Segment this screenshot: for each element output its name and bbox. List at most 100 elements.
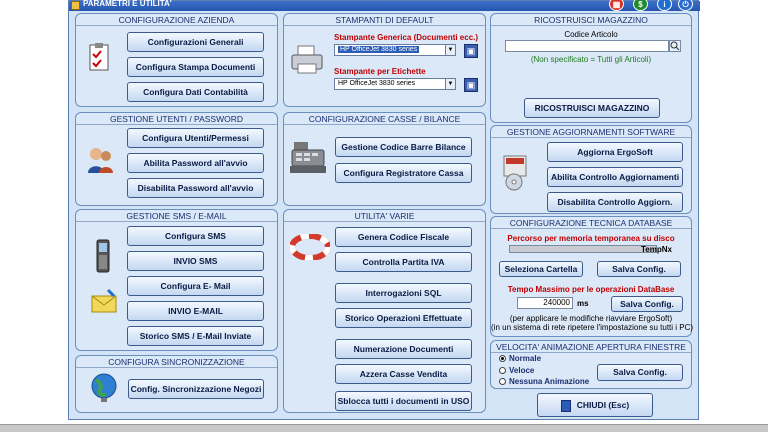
dollar-icon[interactable]: $: [633, 0, 648, 11]
note-riavvio: (per applicare le modifiche riavviare Er…: [509, 314, 673, 323]
globe-icon: [88, 372, 120, 404]
note-rete: (in un sistema di rete ripetere l'impost…: [491, 323, 694, 332]
group-title: CONFIGURAZIONE AZIENDA: [76, 15, 277, 26]
genera-codice-fiscale-button[interactable]: Genera Codice Fiscale: [335, 227, 472, 247]
configura-stampa-documenti-button[interactable]: Configura Stampa Documenti: [127, 57, 264, 77]
ricostruisci-magazzino-button[interactable]: RICOSTRUISCI MAGAZZINO: [524, 98, 660, 118]
radio-veloce[interactable]: [499, 367, 506, 374]
chevron-down-icon[interactable]: ▼: [445, 79, 455, 89]
aggiorna-ergosoft-button[interactable]: Aggiorna ErgoSoft: [547, 142, 683, 162]
codice-articolo-input[interactable]: [505, 40, 669, 52]
group-title: UTILITA' VARIE: [284, 211, 485, 222]
taskbar: [0, 424, 768, 432]
seleziona-cartella-button[interactable]: Seleziona Cartella: [499, 261, 583, 277]
power-icon[interactable]: ⏻: [678, 0, 693, 11]
chiudi-label: CHIUDI (Esc): [576, 400, 630, 410]
group-stampanti: STAMPANTI DI DEFAULT Stampante Generica …: [283, 13, 486, 107]
tempnx-label: TempNx: [641, 245, 672, 254]
salva-config-tempo-button[interactable]: Salva Config.: [611, 296, 683, 312]
chiudi-button[interactable]: CHIUDI (Esc): [537, 393, 653, 417]
printer-icon: [290, 44, 324, 76]
invio-email-button[interactable]: INVIO E-MAIL: [127, 301, 264, 321]
stampante-generica-label: Stampante Generica (Documenti ecc.): [334, 33, 479, 42]
disabilita-controllo-aggiornamenti-button[interactable]: Disabilita Controllo Aggiorn.: [547, 192, 683, 212]
abilita-password-button[interactable]: Abilita Password all'avvio: [127, 153, 264, 173]
email-icon: [90, 288, 118, 316]
salva-config-velocita-button[interactable]: Salva Config.: [597, 364, 683, 381]
title-bar: PARAMETRI E UTILITA' ▦ $ i ⏻: [69, 0, 700, 11]
stampante-etichette-label: Stampante per Etichette: [334, 67, 426, 76]
close-door-icon: [560, 399, 571, 412]
stampante-generica-select[interactable]: HP OfficeJet 3830 series ▼: [334, 44, 456, 56]
configura-registratore-cassa-button[interactable]: Configura Registratore Cassa: [335, 163, 472, 183]
group-velocita: VELOCITA' ANIMAZIONE APERTURA FINESTRE N…: [490, 340, 692, 389]
group-title: CONFIGURA SINCRONIZZAZIONE: [76, 357, 277, 368]
group-utilita: UTILITA' VARIE Genera Codice Fiscale Con…: [283, 209, 486, 413]
group-casse: CONFIGURAZIONE CASSE / BILANCE Gestione …: [283, 112, 486, 206]
percorso-input[interactable]: [509, 245, 657, 253]
radio-nessuna-animazione-label: Nessuna Animazione: [509, 377, 590, 386]
controlla-partita-iva-button[interactable]: Controlla Partita IVA: [335, 252, 472, 272]
software-box-icon: [501, 152, 531, 192]
codice-articolo-hint: (Non specificato = Tutti gli Articoli): [530, 55, 652, 64]
group-sincro: CONFIGURA SINCRONIZZAZIONE Config. Sincr…: [75, 355, 278, 413]
azzera-casse-vendita-button[interactable]: Azzera Casse Vendita: [335, 364, 472, 384]
lifebuoy-icon: [289, 233, 331, 261]
group-magazzino: RICOSTRUISCI MAGAZZINO Codice Articolo (…: [490, 13, 692, 123]
gestione-codice-barre-button[interactable]: Gestione Codice Barre Bilance: [335, 137, 472, 157]
configura-dati-contabilita-button[interactable]: Configura Dati Contabilità: [127, 82, 264, 102]
stampante-generica-value: HP OfficeJet 3830 series: [338, 46, 420, 53]
invio-sms-button[interactable]: INVIO SMS: [127, 251, 264, 271]
cash-register-icon: [290, 140, 326, 174]
save-icon[interactable]: ▣: [464, 44, 478, 58]
mobile-phone-icon: [94, 238, 112, 274]
save-icon[interactable]: ▣: [464, 78, 478, 92]
window-title: PARAMETRI E UTILITA': [83, 0, 172, 8]
chevron-down-icon[interactable]: ▼: [445, 45, 455, 55]
tempo-massimo-input[interactable]: 240000: [517, 297, 573, 309]
group-title: GESTIONE SMS / E-MAIL: [76, 211, 277, 222]
group-title: GESTIONE UTENTI / PASSWORD: [76, 114, 277, 125]
group-sms: GESTIONE SMS / E-MAIL Configura SMS INVI…: [75, 209, 278, 351]
storico-operazioni-button[interactable]: Storico Operazioni Effettuate: [335, 308, 472, 328]
calendar-icon[interactable]: ▦: [609, 0, 624, 11]
radio-normale[interactable]: [499, 355, 506, 362]
storico-sms-email-button[interactable]: Storico SMS / E-Mail Inviate: [127, 326, 264, 346]
codice-articolo-label: Codice Articolo: [564, 30, 618, 39]
group-title: VELOCITA' ANIMAZIONE APERTURA FINESTRE: [491, 342, 691, 353]
search-icon[interactable]: [669, 40, 681, 52]
app-icon: [71, 1, 80, 10]
numerazione-documenti-button[interactable]: Numerazione Documenti: [335, 339, 472, 359]
radio-normale-label: Normale: [509, 354, 542, 363]
radio-nessuna-animazione[interactable]: [499, 378, 506, 385]
radio-veloce-label: Veloce: [509, 366, 535, 375]
configurazioni-generali-button[interactable]: Configurazioni Generali: [127, 32, 264, 52]
abilita-controllo-aggiornamenti-button[interactable]: Abilita Controllo Aggiornamenti: [547, 167, 683, 187]
users-icon: [86, 145, 116, 175]
tempo-massimo-label: Tempo Massimo per le operazioni DataBase: [507, 285, 675, 294]
group-title: CONFIGURAZIONE CASSE / BILANCE: [284, 114, 485, 125]
ms-unit-label: ms: [577, 299, 589, 308]
disabilita-password-button[interactable]: Disabilita Password all'avvio: [127, 178, 264, 198]
group-aggiornamenti: GESTIONE AGGIORNAMENTI SOFTWARE Aggiorna…: [490, 125, 692, 214]
group-title: CONFIGURAZIONE TECNICA DATABASE: [491, 218, 691, 229]
salva-config-percorso-button[interactable]: Salva Config.: [597, 261, 681, 277]
group-utenti: GESTIONE UTENTI / PASSWORD Configura Ute…: [75, 112, 278, 206]
group-database: CONFIGURAZIONE TECNICA DATABASE Percorso…: [490, 216, 694, 337]
group-title: GESTIONE AGGIORNAMENTI SOFTWARE: [491, 127, 691, 138]
group-title: RICOSTRUISCI MAGAZZINO: [491, 15, 691, 26]
stampante-etichette-select[interactable]: HP OfficeJet 3830 series ▼: [334, 78, 456, 90]
main-window: PARAMETRI E UTILITA' ▦ $ i ⏻ CONFIGURAZI…: [68, 0, 700, 420]
percorso-label: Percorso per memoria temporanea su disco: [507, 234, 675, 243]
configura-utenti-button[interactable]: Configura Utenti/Permessi: [127, 128, 264, 148]
interrogazioni-sql-button[interactable]: Interrogazioni SQL: [335, 283, 472, 303]
group-azienda: CONFIGURAZIONE AZIENDA Configurazioni Ge…: [75, 13, 278, 107]
sblocca-documenti-button[interactable]: Sblocca tutti i documenti in USO: [335, 391, 472, 411]
group-title: STAMPANTI DI DEFAULT: [284, 15, 485, 26]
config-sincronizzazione-button[interactable]: Config. Sincronizzazione Negozi: [128, 379, 264, 399]
info-icon[interactable]: i: [657, 0, 672, 11]
configura-sms-button[interactable]: Configura SMS: [127, 226, 264, 246]
clipboard-icon: [88, 42, 110, 72]
stampante-etichette-value: HP OfficeJet 3830 series: [338, 80, 416, 87]
configura-email-button[interactable]: Configura E- Mail: [127, 276, 264, 296]
